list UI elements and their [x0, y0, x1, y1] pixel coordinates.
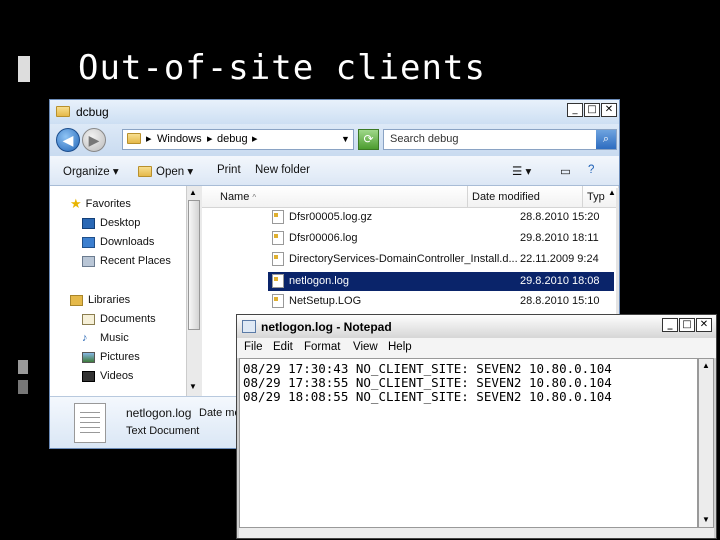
text-line: 08/29 18:08:55 NO_CLIENT_SITE: SEVEN2 10… [243, 389, 612, 404]
chevron-down-icon[interactable]: ▼ [341, 130, 350, 149]
recent-places-icon [82, 255, 95, 267]
file-date: 28.8.2010 15:10 [520, 295, 600, 307]
column-header-date[interactable]: Date modified [468, 186, 583, 208]
file-name: Dfsr00005.log.gz [289, 211, 373, 223]
text-line: 08/29 17:38:55 NO_CLIENT_SITE: SEVEN2 10… [243, 375, 612, 390]
folder-icon [56, 106, 70, 117]
close-button[interactable]: ✕ [696, 318, 712, 332]
details-date-label: Date mo [199, 407, 241, 419]
search-placeholder: Search debug [390, 133, 459, 145]
desktop-icon [82, 217, 95, 229]
window-controls: _ □ ✕ [567, 103, 617, 117]
scroll-down-icon[interactable]: ▼ [702, 515, 710, 524]
notepad-window[interactable]: netlogon.log - Notepad _ □ ✕ File Edit F… [236, 314, 717, 539]
breadcrumb-separator-icon[interactable]: ▸ [146, 130, 152, 149]
star-icon: ★ [70, 196, 82, 211]
back-button[interactable]: ◀ [56, 128, 80, 152]
refresh-button[interactable]: ⟳ [358, 129, 379, 150]
file-date: 29.8.2010 18:08 [520, 275, 600, 287]
minimize-button[interactable]: _ [662, 318, 678, 332]
text-editor[interactable]: 08/29 17:30:43 NO_CLIENT_SITE: SEVEN2 10… [239, 358, 698, 528]
videos-icon [82, 370, 95, 382]
scroll-up-icon[interactable]: ▲ [608, 188, 616, 197]
maximize-button[interactable]: □ [584, 103, 600, 117]
menu-file[interactable]: File [244, 341, 263, 353]
new-folder-button[interactable]: New folder [255, 164, 310, 176]
file-row[interactable]: NetSetup.LOG 28.8.2010 15:10 Tex [202, 292, 612, 311]
menu-help[interactable]: Help [388, 341, 412, 353]
close-button[interactable]: ✕ [601, 103, 617, 117]
address-row: ◀ ▶ ▸ Windows ▸ debug ▸ ▼ ⟳ Search debug… [50, 124, 619, 156]
sort-ascending-icon: ^ [252, 193, 257, 202]
file-icon [272, 229, 284, 248]
help-icon[interactable]: ? [588, 164, 594, 176]
details-filename: netlogon.log [126, 406, 192, 420]
notepad-titlebar[interactable]: netlogon.log - Notepad _ □ ✕ [237, 315, 716, 338]
open-button[interactable]: Open ▾ [138, 164, 193, 178]
breadcrumb-item[interactable]: debug [217, 130, 248, 149]
decorative-bullet [18, 380, 28, 394]
file-row-selected[interactable]: netlogon.log 29.8.2010 18:08 Tex [268, 272, 614, 291]
file-name: DirectoryServices-DomainController_Insta… [289, 253, 518, 265]
menu-edit[interactable]: Edit [273, 341, 293, 353]
file-date: 29.8.2010 18:11 [520, 232, 599, 244]
notepad-app-icon [242, 320, 256, 333]
breadcrumb-separator-icon[interactable]: ▸ [207, 130, 213, 149]
horizontal-scrollbar[interactable] [239, 528, 714, 538]
file-date: 22.11.2009 9:24 [520, 253, 599, 265]
file-date: 28.8.2010 15:20 [520, 211, 600, 223]
file-icon [272, 250, 284, 269]
decorative-bullet [18, 360, 28, 374]
title-bullet [18, 56, 30, 82]
breadcrumb-item[interactable]: Windows [157, 130, 202, 149]
column-header-name[interactable]: Name ^ [202, 186, 468, 208]
scroll-down-icon[interactable]: ▼ [189, 382, 197, 391]
file-row[interactable]: Dfsr00005.log.gz 28.8.2010 15:20 GZ [202, 208, 612, 227]
scroll-up-icon[interactable]: ▲ [702, 361, 710, 370]
scroll-up-icon[interactable]: ▲ [189, 188, 197, 197]
window-title: netlogon.log - Notepad [261, 320, 392, 334]
print-button[interactable]: Print [217, 164, 241, 176]
navigation-scrollbar[interactable]: ▲ ▼ [186, 186, 202, 396]
search-icon[interactable]: ⌕ [596, 130, 616, 149]
file-name: Dfsr00006.log [289, 232, 358, 244]
details-type: Text Document [126, 425, 200, 437]
file-icon [272, 292, 284, 311]
organize-button[interactable]: Organize ▾ [63, 164, 119, 178]
vertical-scrollbar[interactable]: ▲ ▼ [698, 358, 714, 528]
view-options-icon[interactable]: ☰ ▾ [512, 164, 531, 178]
scrollbar-thumb[interactable] [188, 200, 200, 330]
forward-button[interactable]: ▶ [82, 128, 106, 152]
menu-view[interactable]: View [353, 341, 378, 353]
preview-pane-icon[interactable]: ▭ [560, 164, 571, 178]
file-icon [272, 272, 284, 291]
menu-format[interactable]: Format [304, 341, 340, 353]
documents-icon [82, 313, 95, 325]
document-icon [138, 166, 152, 177]
pictures-icon [82, 351, 95, 363]
libraries-icon [70, 294, 83, 306]
music-icon: ♪ [82, 332, 88, 344]
address-bar[interactable]: ▸ Windows ▸ debug ▸ ▼ [122, 129, 354, 150]
search-input[interactable]: Search debug ⌕ [383, 129, 617, 150]
file-icon [272, 208, 284, 227]
command-bar: Organize ▾ Open ▾ Print New folder ☰ ▾ ▭… [50, 156, 619, 186]
file-name: NetSetup.LOG [289, 295, 362, 307]
text-document-icon [74, 403, 106, 443]
maximize-button[interactable]: □ [679, 318, 695, 332]
window-controls: _ □ ✕ [662, 318, 712, 332]
downloads-icon [82, 236, 95, 248]
folder-icon [127, 133, 141, 144]
file-row[interactable]: DirectoryServices-DomainController_Insta… [202, 250, 612, 269]
window-title: dcbug [76, 105, 109, 119]
explorer-titlebar[interactable]: dcbug _ □ ✕ [50, 100, 619, 124]
breadcrumb-separator-icon[interactable]: ▸ [252, 130, 258, 149]
menu-bar: File Edit Format View Help [237, 338, 716, 358]
text-line: 08/29 17:30:43 NO_CLIENT_SITE: SEVEN2 10… [243, 361, 612, 376]
file-row[interactable]: Dfsr00006.log 29.8.2010 18:11 Tex [202, 229, 612, 248]
navigation-pane: ★ Favorites Desktop Downloads Recent Pla… [50, 186, 200, 396]
file-name: netlogon.log [289, 275, 349, 287]
minimize-button[interactable]: _ [567, 103, 583, 117]
slide-title: Out-of-site clients [78, 48, 486, 88]
